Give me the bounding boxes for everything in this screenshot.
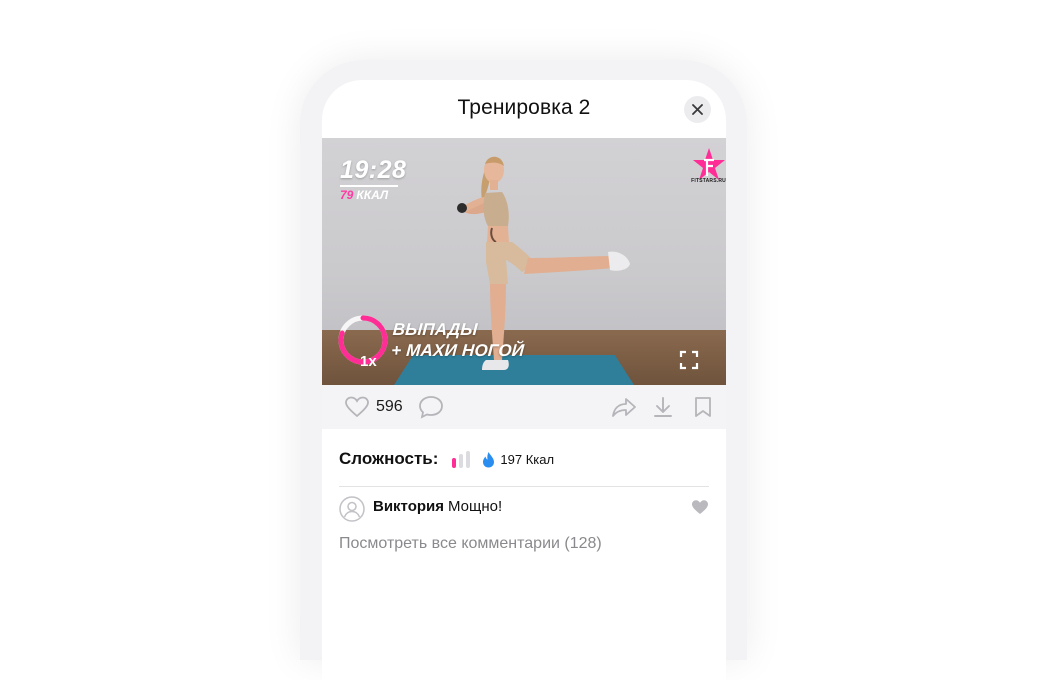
avatar[interactable] xyxy=(339,496,365,522)
header: Тренировка 2 xyxy=(322,80,726,138)
workout-video[interactable]: 19:28 79 ККАЛ FITSTARS.RU 1x ВЫПАДЫ + МАХ… xyxy=(322,138,726,385)
comment-icon xyxy=(419,396,443,419)
difficulty-bar xyxy=(459,453,464,468)
bookmark-icon xyxy=(695,397,711,417)
workout-calories: 197 Ккал xyxy=(482,451,554,468)
download-icon xyxy=(654,397,672,417)
timer-underline xyxy=(340,185,398,187)
difficulty-bars xyxy=(452,450,471,468)
heart-icon xyxy=(345,396,369,418)
workout-meta: Сложность: 197 Ккал xyxy=(339,446,554,472)
phone-frame: Тренировка 2 19:28 79 ККАЛ FITSTARS.RU 1… xyxy=(300,60,747,680)
comment-text: Виктория Мощно! xyxy=(373,498,502,515)
comment-body: Мощно! xyxy=(448,498,503,515)
exercise-name: ВЫПАДЫ + МАХИ НОГОЙ xyxy=(391,319,527,361)
divider xyxy=(339,486,709,487)
flame-icon xyxy=(483,451,495,467)
rep-count: 1x xyxy=(360,353,377,370)
exercise-name-line2: + МАХИ НОГОЙ xyxy=(390,341,525,360)
difficulty-bar xyxy=(452,457,457,468)
comment-button[interactable] xyxy=(418,385,444,429)
close-button[interactable] xyxy=(684,96,711,123)
difficulty-bar xyxy=(466,450,471,468)
share-icon xyxy=(612,398,636,417)
bookmark-button[interactable] xyxy=(694,385,712,429)
comment-like-heart-icon[interactable] xyxy=(691,499,709,515)
difficulty-label: Сложность: xyxy=(339,449,439,468)
video-calories: 79 ККАЛ xyxy=(340,188,388,202)
video-calories-unit: ККАЛ xyxy=(356,188,389,202)
close-icon xyxy=(692,104,703,115)
workout-screen: Тренировка 2 19:28 79 ККАЛ FITSTARS.RU 1… xyxy=(322,80,726,680)
page-title: Тренировка 2 xyxy=(457,96,591,119)
exercise-name-line1: ВЫПАДЫ xyxy=(392,320,479,339)
share-button[interactable] xyxy=(611,385,637,429)
workout-timer: 19:28 xyxy=(340,156,407,184)
action-bar: 596 xyxy=(322,385,726,429)
like-count: 596 xyxy=(376,398,403,415)
download-button[interactable] xyxy=(652,385,674,429)
brand-label: FITSTARS.RU xyxy=(691,178,726,184)
workout-calories-value: 197 Ккал xyxy=(500,451,555,467)
fullscreen-icon[interactable] xyxy=(679,350,699,370)
comment-author[interactable]: Виктория xyxy=(373,498,444,515)
comment-item: Виктория Мощно! xyxy=(339,496,709,526)
view-all-comments-link[interactable]: Посмотреть все комментарии (128) xyxy=(339,535,602,553)
video-calories-value: 79 xyxy=(340,188,354,202)
like-button[interactable]: 596 xyxy=(344,385,403,429)
